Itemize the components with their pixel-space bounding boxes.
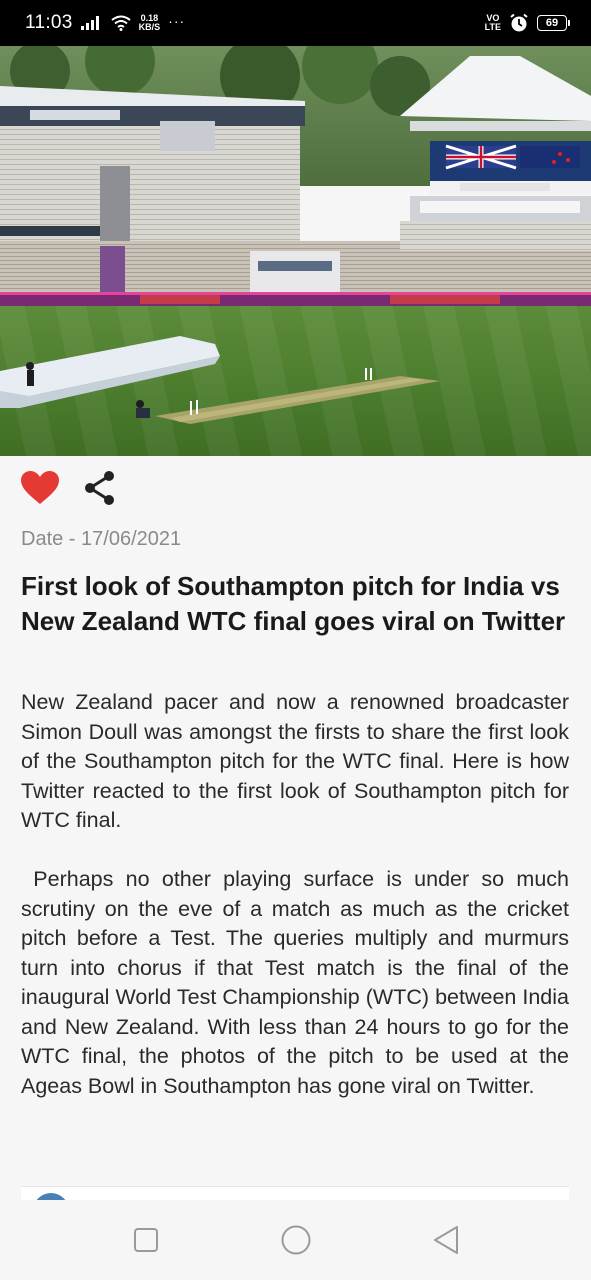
signal-icon [80, 16, 103, 30]
network-speed: 0.18 KB/S [139, 14, 161, 32]
status-right: VO LTE 69 [485, 13, 570, 33]
share-button[interactable] [80, 468, 120, 508]
article-paragraph: Perhaps no other playing surface is unde… [21, 867, 575, 1098]
battery-level: 69 [545, 17, 559, 29]
article-body: New Zealand pacer and now a renowned bro… [21, 688, 569, 1131]
volte-bottom: LTE [484, 22, 501, 32]
recents-button[interactable] [126, 1220, 166, 1260]
stadium-photo [0, 46, 591, 456]
status-time: 11:03 [25, 12, 73, 33]
article-paragraph: New Zealand pacer and now a renowned bro… [21, 690, 575, 832]
status-left: 11:03 0.18 KB/S ··· [25, 12, 185, 34]
hero-image-carousel[interactable] [0, 46, 591, 456]
volte-icon: VO LTE [485, 14, 501, 32]
article-actions [20, 468, 120, 508]
more-notifications-icon: ··· [168, 13, 186, 29]
article-date: Date - 17/06/2021 [21, 528, 182, 550]
article-title: First look of Southampton pitch for Indi… [21, 571, 566, 636]
status-bar: 11:03 0.18 KB/S ··· VO LTE 69 [0, 0, 591, 46]
wifi-icon [111, 15, 131, 31]
battery-icon: 69 [537, 15, 570, 31]
share-icon [85, 471, 114, 505]
back-button[interactable] [426, 1220, 466, 1260]
recents-square-icon [133, 1228, 158, 1252]
network-speed-unit: KB/S [138, 22, 161, 32]
home-circle-icon [281, 1225, 310, 1255]
system-nav-bar [0, 1200, 591, 1280]
back-triangle-icon [433, 1226, 458, 1254]
like-button[interactable] [20, 468, 60, 508]
home-button[interactable] [276, 1220, 316, 1260]
alarm-icon [509, 13, 529, 33]
embedded-tweet[interactable] [21, 1186, 569, 1201]
heart-icon [21, 471, 59, 504]
